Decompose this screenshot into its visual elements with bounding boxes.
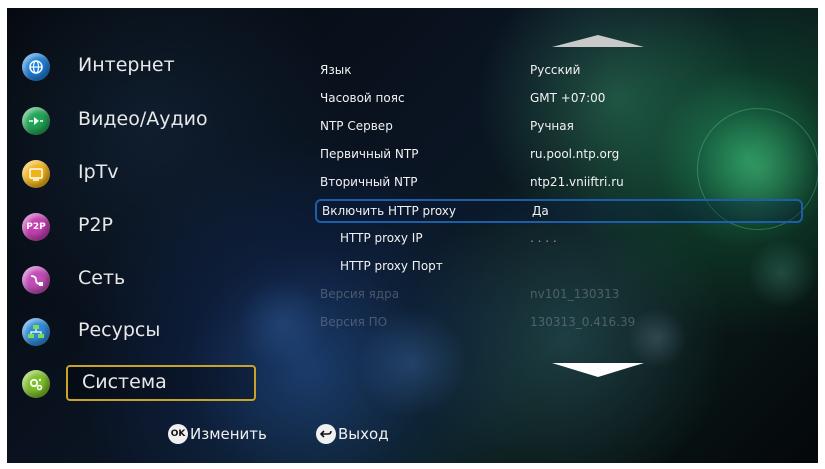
- setting-value: GMT +07:00: [530, 91, 606, 105]
- scroll-up-arrow-icon[interactable]: [552, 35, 644, 47]
- setting-label: Язык: [320, 63, 352, 77]
- play-icon: [22, 107, 50, 135]
- ok-hint-label: Изменить: [190, 425, 267, 443]
- menu-item-internet[interactable]: Интернет: [22, 48, 242, 84]
- setting-value: ru.pool.ntp.org: [530, 147, 620, 161]
- menu-item-video-audio[interactable]: Видео/Аудио: [22, 102, 242, 138]
- back-hint-label: Выход: [338, 425, 389, 443]
- setting-value: Да: [532, 204, 549, 218]
- back-button-icon: [316, 424, 336, 444]
- setting-label: HTTP proxy IP: [340, 231, 423, 245]
- globe-icon: [22, 53, 50, 81]
- bokeh-decoration: [237, 278, 327, 368]
- setting-label: Версия ядра: [320, 287, 400, 301]
- setting-value: Русский: [530, 63, 581, 77]
- setting-label: Включить HTTP proxy: [322, 204, 457, 218]
- setting-secondary-ntp[interactable]: Вторичный NTP ntp21.vniiftri.ru: [318, 172, 798, 194]
- setting-value: . . . .: [530, 231, 557, 245]
- ok-change-hint[interactable]: OK Изменить: [168, 424, 267, 444]
- ok-button-icon: OK: [168, 424, 188, 444]
- setting-enable-http-proxy[interactable]: Включить HTTP proxy Да: [315, 199, 803, 223]
- menu-item-label: Видео/Аудио: [78, 108, 208, 130]
- setting-software-version: Версия ПО 130313_0.416.39: [318, 312, 798, 334]
- setting-label: HTTP proxy Порт: [340, 259, 443, 273]
- setting-value: nv101_130313: [530, 287, 620, 301]
- setting-label: Вторичный NTP: [320, 175, 418, 189]
- menu-item-label: Интернет: [78, 54, 175, 76]
- setting-label: Версия ПО: [320, 315, 388, 329]
- setting-language[interactable]: Язык Русский: [318, 60, 798, 82]
- setting-value: 130313_0.416.39: [530, 315, 636, 329]
- menu-item-label: IpTv: [78, 161, 119, 183]
- gears-icon: [22, 370, 50, 398]
- menu-item-network[interactable]: Сеть: [22, 261, 242, 297]
- menu-item-label: Сеть: [78, 267, 126, 289]
- menu-item-label: Система: [82, 371, 167, 393]
- p2p-icon: P2P: [22, 213, 50, 241]
- menu-item-p2p[interactable]: P2P P2P: [22, 208, 242, 244]
- setting-timezone[interactable]: Часовой пояс GMT +07:00: [318, 88, 798, 110]
- menu-item-resources[interactable]: Ресурсы: [22, 313, 242, 349]
- tv-icon: [22, 160, 50, 188]
- setting-kernel-version: Версия ядра nv101_130313: [318, 284, 798, 306]
- setting-value: Ручная: [530, 119, 574, 133]
- network-cable-icon: [22, 266, 50, 294]
- setting-label: Часовой пояс: [320, 91, 405, 105]
- setting-label: NTP Сервер: [320, 119, 393, 133]
- menu-item-label: Ресурсы: [78, 319, 161, 341]
- menu-item-label: P2P: [78, 214, 114, 236]
- setting-http-proxy-ip[interactable]: HTTP proxy IP . . . .: [318, 228, 798, 250]
- menu-item-system[interactable]: Система: [22, 365, 256, 401]
- setting-value: ntp21.vniiftri.ru: [530, 175, 624, 189]
- setting-http-proxy-port[interactable]: HTTP proxy Порт: [318, 256, 798, 278]
- setting-label: Первичный NTP: [320, 147, 419, 161]
- scroll-down-arrow-icon[interactable]: [552, 363, 644, 377]
- menu-item-iptv[interactable]: IpTv: [22, 155, 242, 191]
- resources-icon: [22, 318, 50, 346]
- setting-primary-ntp[interactable]: Первичный NTP ru.pool.ntp.org: [318, 144, 798, 166]
- setting-ntp-server[interactable]: NTP Сервер Ручная: [318, 116, 798, 138]
- back-exit-hint[interactable]: Выход: [316, 424, 389, 444]
